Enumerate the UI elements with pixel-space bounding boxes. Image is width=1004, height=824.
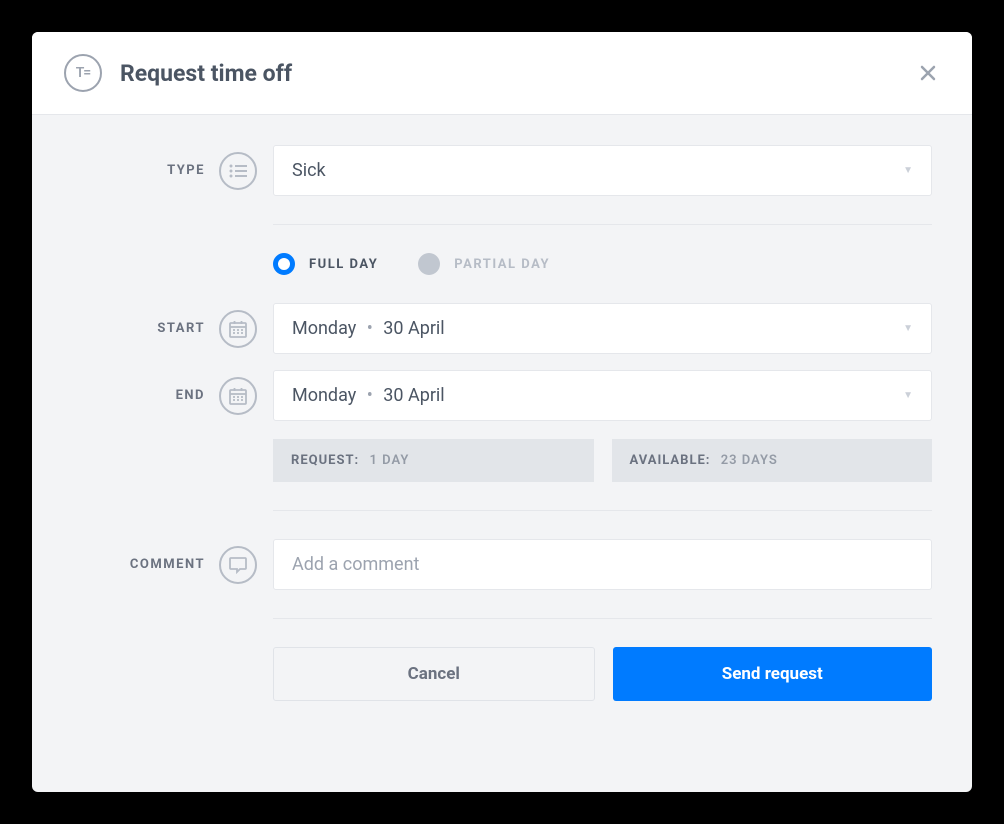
chevron-down-icon: ▼ — [903, 390, 913, 401]
duration-radio-group: FULL DAY PARTIAL DAY — [273, 253, 932, 275]
send-request-button[interactable]: Send request — [613, 647, 933, 701]
end-date-select[interactable]: Monday • 30 April ▼ — [273, 370, 932, 421]
summary-row: REQUEST: 1 DAY AVAILABLE: 23 DAYS — [273, 439, 932, 482]
start-date-text: Monday • 30 April — [292, 318, 445, 339]
request-summary: REQUEST: 1 DAY — [273, 439, 594, 482]
modal-title: Request time off — [120, 60, 898, 87]
calendar-icon — [219, 377, 257, 415]
available-label: AVAILABLE: — [630, 453, 711, 468]
request-time-off-modal: T= Request time off TYPE Sick ▼ — [32, 32, 972, 792]
divider — [273, 224, 932, 225]
partial-day-label: PARTIAL DAY — [454, 257, 550, 272]
full-day-label: FULL DAY — [309, 257, 378, 272]
divider — [273, 618, 932, 619]
type-row: TYPE Sick ▼ — [72, 145, 932, 196]
divider — [273, 510, 932, 511]
end-date-text: Monday • 30 April — [292, 385, 445, 406]
action-buttons: Cancel Send request — [273, 647, 932, 701]
modal-header: T= Request time off — [32, 32, 972, 115]
list-icon — [219, 152, 257, 190]
request-value: 1 DAY — [369, 453, 409, 468]
cancel-button[interactable]: Cancel — [273, 647, 595, 701]
logo-icon: T= — [64, 54, 102, 92]
end-row: END Monday • 30 April ▼ — [72, 370, 932, 421]
comment-input[interactable] — [273, 539, 932, 590]
comment-row: COMMENT — [72, 539, 932, 590]
start-date-select[interactable]: Monday • 30 April ▼ — [273, 303, 932, 354]
available-summary: AVAILABLE: 23 DAYS — [612, 439, 933, 482]
chevron-down-icon: ▼ — [903, 165, 913, 176]
radio-selected-icon — [273, 253, 295, 275]
request-label: REQUEST: — [291, 453, 359, 468]
comment-label: COMMENT — [130, 557, 205, 572]
type-value: Sick — [292, 160, 326, 181]
partial-day-radio[interactable]: PARTIAL DAY — [418, 253, 550, 275]
calendar-icon — [219, 310, 257, 348]
modal-body: TYPE Sick ▼ FULL DAY PARTIAL DAY — [32, 115, 972, 731]
close-icon[interactable] — [916, 61, 940, 85]
full-day-radio[interactable]: FULL DAY — [273, 253, 378, 275]
comment-icon — [219, 546, 257, 584]
end-label: END — [176, 388, 205, 403]
available-value: 23 DAYS — [721, 453, 778, 468]
start-row: START Monday • 30 April ▼ — [72, 303, 932, 354]
start-label: START — [157, 321, 205, 336]
type-select[interactable]: Sick ▼ — [273, 145, 932, 196]
type-label: TYPE — [167, 163, 205, 178]
radio-unselected-icon — [418, 253, 440, 275]
chevron-down-icon: ▼ — [903, 323, 913, 334]
